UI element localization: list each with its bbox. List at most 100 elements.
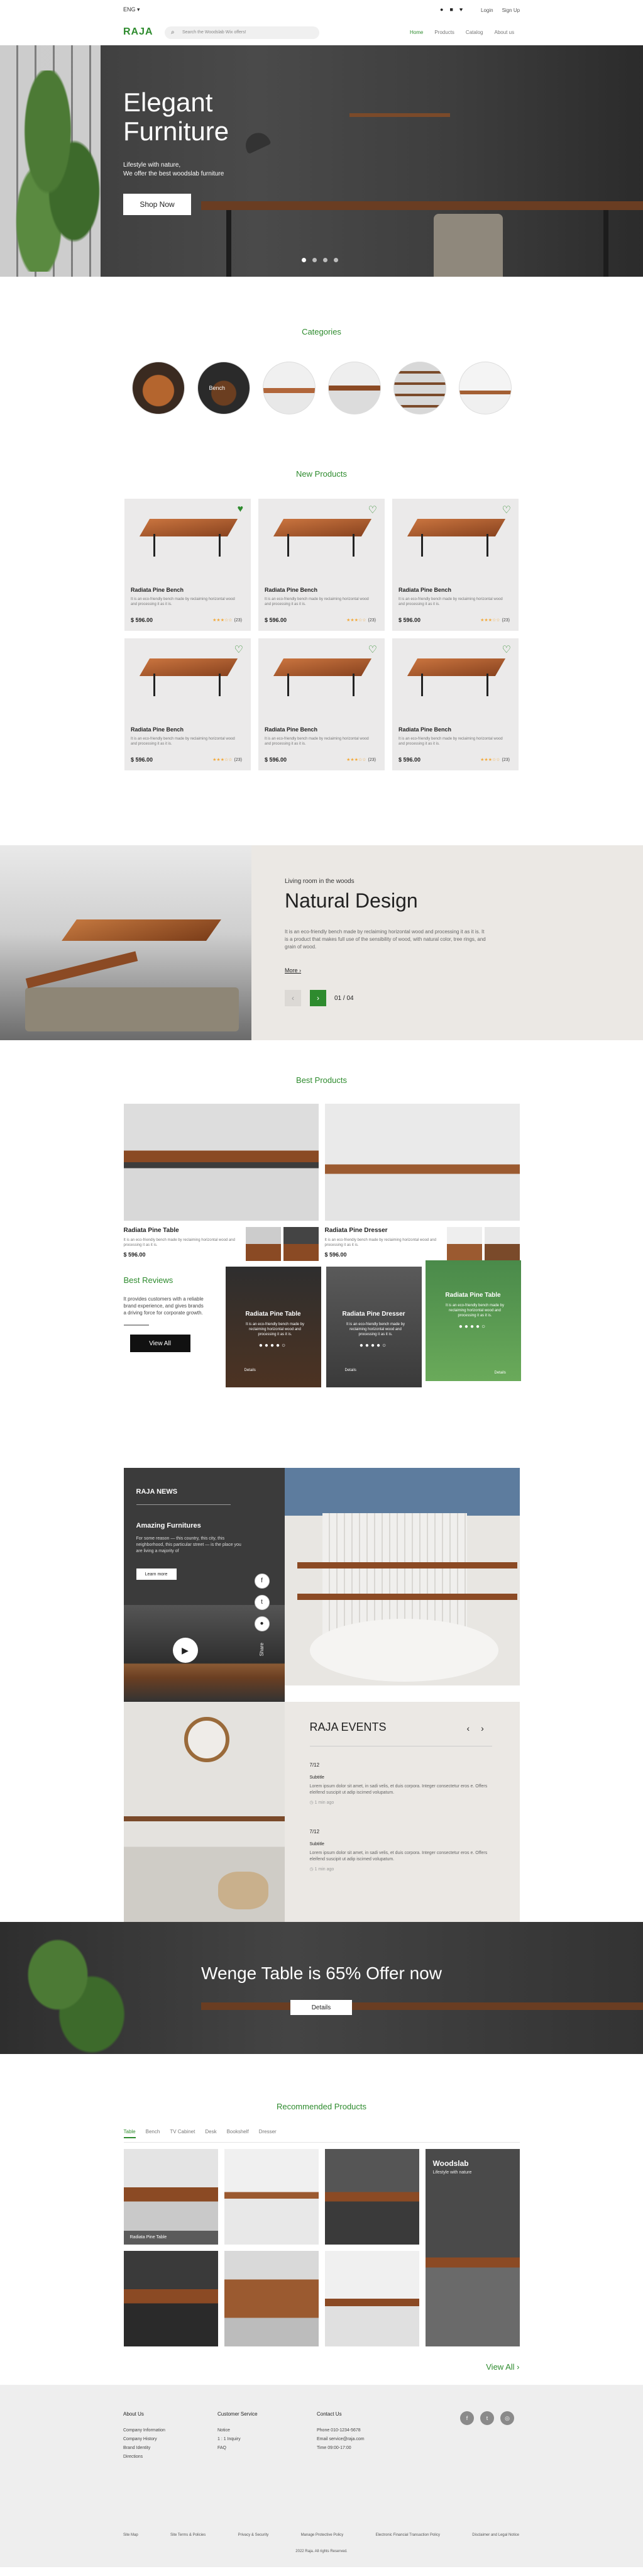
category-item-bench[interactable]: Bench [197,362,250,414]
tab-tv-cabinet[interactable]: TV Cabinet [170,2129,195,2138]
carousel-dot[interactable] [302,258,306,262]
facebook-icon[interactable]: f [254,1574,270,1589]
tab-table[interactable]: Table [123,2129,136,2138]
thumbnail[interactable] [446,1227,482,1261]
best-product-card[interactable]: Radiata Pine Table It is an eco-friendly… [123,1104,319,1261]
thumbnail[interactable] [484,1227,520,1261]
twitter-icon[interactable]: t [254,1595,270,1610]
next-arrow-icon[interactable]: › [310,990,326,1006]
category-item[interactable] [262,362,316,414]
tab-desk[interactable]: Desk [205,2129,216,2138]
review-card-highlighted[interactable]: Radiata Pine Table It is an eco-friendly… [425,1260,521,1381]
footer-bottom-link[interactable]: Site Map [123,2533,138,2537]
nav-home[interactable]: Home [410,30,423,35]
favorite-heart-icon[interactable]: ♡ [368,643,377,656]
woodslab-promo-tile[interactable]: Woodslab Lifestyle with nature [425,2149,520,2346]
favorite-heart-icon[interactable]: ♡ [368,504,377,516]
tab-bench[interactable]: Bench [146,2129,160,2138]
event-item[interactable]: 7/12 Subtitle Lorem ipsum dolor sit amet… [310,1829,492,1873]
chevron-right-icon[interactable]: › [481,1723,484,1733]
best-product-card[interactable]: Radiata Pine Dresser It is an eco-friend… [324,1104,520,1261]
facebook-icon[interactable]: f [460,2411,474,2425]
site-header: ENG ▾ RAJA ⌕ Search the Woodslab Wix off… [0,0,643,45]
product-card[interactable]: ♡ Radiata Pine Bench It is an eco-friend… [258,638,385,770]
product-card[interactable]: ♥ Radiata Pine Bench It is an eco-friend… [124,499,251,631]
footer-link[interactable]: Brand Identity [123,2444,165,2453]
twitter-icon[interactable]: t [480,2411,494,2425]
footer-link[interactable]: Company History [123,2435,165,2444]
chevron-right-icon: › [299,967,302,974]
cart-icon[interactable]: ■ [449,6,453,13]
natural-design-section: Living room in the woods Natural Design … [0,845,643,1040]
nav-catalog[interactable]: Catalog [466,30,483,35]
events-panel: RAJA EVENTS ‹ › 7/12 Subtitle Lorem ipsu… [123,1702,520,1936]
shop-now-button[interactable]: Shop Now [123,194,191,215]
review-meta: Details [494,1371,506,1375]
product-card[interactable]: ♡ Radiata Pine Bench It is an eco-friend… [124,638,251,770]
product-card[interactable]: ♡ Radiata Pine Bench It is an eco-friend… [392,638,519,770]
favorite-heart-icon[interactable]: ♡ [502,643,511,656]
carousel-dot[interactable] [323,258,327,262]
details-button[interactable]: Details [290,2000,352,2015]
carousel-dot[interactable] [334,258,338,262]
thumbnail[interactable] [245,1227,281,1261]
view-all-link[interactable]: View All › [486,2362,519,2372]
chat-icon[interactable]: ● [254,1616,270,1631]
favorite-heart-filled-icon[interactable]: ♥ [238,504,244,515]
view-all-button[interactable]: View All [129,1335,190,1352]
recommended-tile[interactable] [324,2251,419,2346]
review-meta: Details [344,1368,356,1372]
review-text: It is an eco-friendly bench made by recl… [445,1304,505,1318]
favorite-heart-icon[interactable]: ♡ [234,643,243,656]
recommended-tile[interactable] [224,2251,319,2346]
footer-link[interactable]: 1 : 1 Inquiry [217,2435,258,2444]
learn-more-button[interactable]: Learn more [136,1568,177,1580]
thumbnail[interactable] [283,1227,319,1261]
recommended-tile[interactable] [224,2149,319,2245]
category-item[interactable] [131,362,185,414]
recommended-tile[interactable] [123,2251,218,2346]
product-name: Radiata Pine Bench [265,587,318,593]
product-price: $ 596.00 [398,757,421,763]
category-item[interactable] [327,362,381,414]
heart-icon[interactable]: ♥ [459,6,463,13]
product-card[interactable]: ♡ Radiata Pine Bench It is an eco-friend… [258,499,385,631]
review-card[interactable]: Radiata Pine Dresser It is an eco-friend… [326,1267,422,1387]
footer-link[interactable]: Notice [217,2426,258,2435]
footer-bottom-link[interactable]: Disclaimer and Legal Notice [472,2533,519,2537]
user-icon[interactable]: ● [440,6,443,13]
nav-products[interactable]: Products [434,30,454,35]
login-link[interactable]: Login [481,8,493,13]
footer-bottom-link[interactable]: Site Terms & Policies [170,2533,206,2537]
footer-bottom-link[interactable]: Privacy & Security [238,2533,269,2537]
signup-link[interactable]: Sign Up [502,8,520,13]
product-card[interactable]: ♡ Radiata Pine Bench It is an eco-friend… [392,499,519,631]
instagram-icon[interactable]: ◎ [500,2411,514,2425]
site-logo[interactable]: RAJA [123,26,153,38]
event-item[interactable]: 7/12 Subtitle Lorem ipsum dolor sit amet… [310,1762,492,1806]
more-link[interactable]: More › [285,967,301,974]
carousel-dot[interactable] [312,258,317,262]
category-item[interactable] [393,362,446,414]
footer-bottom-link[interactable]: Manage Protective Policy [301,2533,344,2537]
tab-bookshelf[interactable]: Bookshelf [227,2129,249,2138]
event-body: Lorem ipsum dolor sit amet, in sadi veli… [309,1784,488,1795]
review-card[interactable]: Radiata Pine Table It is an eco-friendly… [225,1267,321,1387]
tab-dresser[interactable]: Dresser [259,2129,277,2138]
hero-lamp-image [241,128,272,155]
favorite-heart-icon[interactable]: ♡ [502,504,511,516]
nav-about[interactable]: About us [495,30,515,35]
recommended-tile[interactable]: Radiata Pine Table [123,2149,218,2245]
review-product-name: Radiata Pine Table [445,1292,501,1299]
search-input[interactable]: ⌕ Search the Woodslab Wix offers! [165,26,319,39]
footer-bottom-link[interactable]: Electronic Financial Transaction Policy [376,2533,440,2537]
prev-arrow-icon[interactable]: ‹ [285,990,301,1006]
footer-link[interactable]: FAQ [217,2444,258,2453]
footer-link[interactable]: Company Information [123,2426,165,2435]
language-selector[interactable]: ENG ▾ [123,6,140,13]
play-icon[interactable]: ▶ [172,1638,198,1663]
category-item[interactable] [458,362,512,414]
recommended-tile[interactable] [324,2149,419,2245]
footer-link[interactable]: Directions [123,2453,165,2462]
chevron-left-icon[interactable]: ‹ [467,1723,470,1733]
